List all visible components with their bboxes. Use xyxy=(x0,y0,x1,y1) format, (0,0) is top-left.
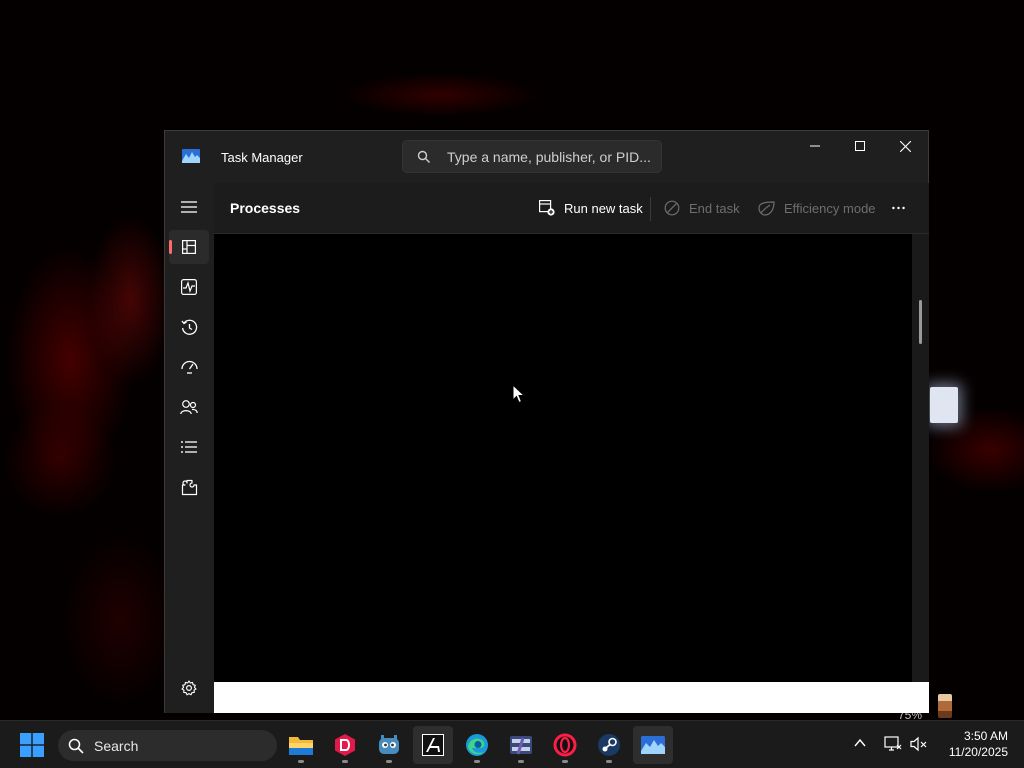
efficiency-mode-button[interactable]: Efficiency mode xyxy=(758,197,876,219)
navigation-sidebar xyxy=(165,183,214,713)
nav-settings[interactable] xyxy=(169,671,209,705)
edge-icon xyxy=(466,734,488,756)
processes-list-area[interactable] xyxy=(214,234,912,682)
task-manager-icon xyxy=(182,149,200,163)
end-task-icon xyxy=(664,200,680,216)
search-icon xyxy=(417,150,430,163)
winrar-icon xyxy=(510,736,532,755)
nav-app-history[interactable] xyxy=(169,310,209,344)
nav-menu-toggle[interactable] xyxy=(169,190,209,224)
system-clock[interactable]: 3:50 AM 11/20/2025 xyxy=(938,728,1008,760)
run-new-task-icon xyxy=(539,200,555,216)
end-task-label: End task xyxy=(689,200,740,216)
title-bar[interactable]: Task Manager xyxy=(165,131,928,183)
show-hidden-icons-icon[interactable] xyxy=(853,736,867,750)
end-task-button[interactable]: End task xyxy=(664,197,740,219)
taskbar-search[interactable]: Search xyxy=(58,730,277,761)
taskbar-edge[interactable] xyxy=(457,726,497,764)
efficiency-mode-icon xyxy=(758,200,775,216)
nav-details[interactable] xyxy=(169,430,209,464)
windows-start-icon[interactable] xyxy=(20,733,44,757)
close-icon xyxy=(899,140,911,152)
network-icon[interactable] xyxy=(884,736,902,752)
users-icon xyxy=(180,400,198,415)
clock-time: 3:50 AM xyxy=(963,729,1008,743)
search-input[interactable] xyxy=(447,147,657,167)
taskbar-winrar[interactable] xyxy=(501,726,541,764)
volume-muted-icon[interactable] xyxy=(910,736,928,752)
nav-startup-apps[interactable] xyxy=(169,350,209,384)
services-icon xyxy=(181,479,197,495)
app-history-icon xyxy=(180,319,197,335)
nav-performance[interactable] xyxy=(169,270,209,304)
davinci-resolve-icon xyxy=(335,734,355,756)
minimize-button[interactable] xyxy=(792,131,838,161)
run-new-task-label: Run new task xyxy=(564,200,643,216)
taskbar-steam[interactable] xyxy=(589,726,629,764)
taskbar-file-explorer[interactable] xyxy=(281,726,321,764)
more-options-button[interactable] xyxy=(892,197,914,219)
details-icon xyxy=(181,441,197,453)
steam-icon xyxy=(598,734,620,756)
efficiency-mode-label: Efficiency mode xyxy=(784,200,876,216)
taskbar: Search 3:50 AM 11/20/2025 xyxy=(0,720,1024,768)
taskbar-godot[interactable] xyxy=(369,726,409,764)
desktop-figure-icon xyxy=(938,694,952,718)
settings-icon xyxy=(181,680,197,696)
more-options-icon xyxy=(892,206,905,210)
taskbar-task-manager[interactable] xyxy=(633,726,673,764)
page-title: Processes xyxy=(230,200,301,216)
vertical-scrollbar[interactable] xyxy=(912,234,929,682)
run-new-task-button[interactable]: Run new task xyxy=(539,197,643,219)
startup-apps-icon xyxy=(180,360,198,374)
processes-toolbar: Processes Run new task End task Efficien… xyxy=(214,183,929,234)
minimize-icon xyxy=(810,145,820,147)
performance-icon xyxy=(181,279,197,295)
nav-users[interactable] xyxy=(169,390,209,424)
processes-icon xyxy=(182,240,196,254)
close-button[interactable] xyxy=(882,131,928,161)
taskbar-search-label: Search xyxy=(94,738,139,754)
search-icon xyxy=(68,738,84,754)
taskbar-opera-gx[interactable] xyxy=(545,726,585,764)
opera-gx-icon xyxy=(553,733,577,757)
window-title: Task Manager xyxy=(221,150,303,165)
autodesk-icon xyxy=(422,734,444,756)
taskbar-davinci-resolve[interactable] xyxy=(325,726,365,764)
nav-processes[interactable] xyxy=(169,230,209,264)
clock-date: 11/20/2025 xyxy=(948,745,1008,759)
mouse-cursor-icon xyxy=(512,384,526,404)
toolbar-divider xyxy=(650,197,651,221)
godot-icon xyxy=(379,735,399,754)
task-manager-window: Task Manager Type a name, publisher, or … xyxy=(164,130,929,713)
file-explorer-icon xyxy=(289,737,313,755)
wallpaper-glow-screen xyxy=(930,387,958,423)
task-manager-icon xyxy=(641,736,665,754)
hamburger-menu-icon xyxy=(181,201,197,213)
scrollbar-thumb[interactable] xyxy=(919,300,922,344)
maximize-icon xyxy=(855,141,865,151)
maximize-button[interactable] xyxy=(837,131,883,161)
process-search-box[interactable] xyxy=(402,140,662,173)
taskbar-autodesk[interactable] xyxy=(413,726,453,764)
nav-services[interactable] xyxy=(169,470,209,504)
window-bottom-strip xyxy=(214,682,929,713)
